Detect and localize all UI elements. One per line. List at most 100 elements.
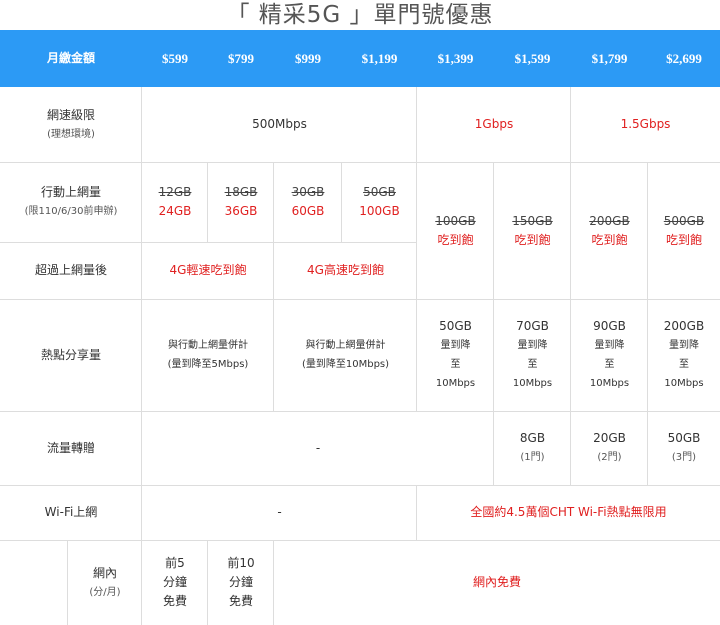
row-divider bbox=[0, 299, 720, 300]
hotspot-label: 熱點分享量 bbox=[40, 347, 101, 362]
voice-free-10-line2: 分鐘 bbox=[228, 575, 253, 589]
voice-label-text: 網內 bbox=[92, 565, 117, 580]
data-unlimited-2699: 吃到飽 bbox=[665, 232, 702, 247]
price-header-row: 月繳金額 $599 $799 $999 $1,199 $1,399 $1,599… bbox=[0, 30, 720, 87]
data-old-1199: 50GB bbox=[363, 185, 396, 199]
price-799: $799 bbox=[228, 51, 254, 66]
over-quota-light: 4G輕速吃到飽 bbox=[169, 263, 247, 277]
data-old-599: 12GB bbox=[158, 185, 192, 199]
col-divider bbox=[273, 162, 274, 411]
data-cell-2699: 500GB 吃到飽 bbox=[648, 162, 720, 299]
hotspot-line4-1799: 10Mbps bbox=[589, 378, 630, 389]
hotspot-cell-1399: 50GB 量到降 至 10Mbps bbox=[417, 299, 494, 411]
transfer-lines-1599: (1門) bbox=[520, 452, 545, 463]
hotspot-line4-1399: 10Mbps bbox=[435, 378, 476, 389]
data-cell-1199: 50GB 100GB bbox=[342, 162, 417, 242]
wifi-label: Wi-Fi上網 bbox=[44, 505, 98, 519]
transfer-amount-1799: 20GB bbox=[593, 431, 626, 445]
data-new-599: 24GB bbox=[158, 204, 192, 218]
transfer-cell-1799: 20GB (2門) bbox=[571, 411, 648, 485]
col-divider bbox=[207, 540, 208, 625]
voice-free-all: 網內免費 bbox=[472, 575, 521, 589]
wifi-dash: - bbox=[277, 505, 282, 519]
voice-label: 網內 (分/月) bbox=[68, 540, 142, 625]
hotspot-shared-10: 與行動上網量併計 (量到降至10Mbps) bbox=[274, 299, 417, 411]
hotspot-amount-2699: 200GB bbox=[663, 319, 705, 333]
hotspot-line4-2699: 10Mbps bbox=[664, 378, 704, 389]
row-divider bbox=[0, 540, 720, 541]
hotspot-shared-5: 與行動上網量併計 (量到降至5Mbps) bbox=[142, 299, 274, 411]
hotspot-amount-1399: 50GB bbox=[439, 319, 472, 333]
hotspot-line3-1399: 至 bbox=[450, 359, 461, 370]
data-new-1199: 100GB bbox=[359, 204, 400, 218]
transfer-lines-1799: (2門) bbox=[597, 452, 622, 463]
price-999: $999 bbox=[295, 51, 321, 66]
page-title: 「 精采5G 」單門號優惠 bbox=[226, 2, 494, 28]
hotspot-line2-2699: 量到降 bbox=[669, 340, 699, 351]
speed-1gbps: 1Gbps bbox=[474, 117, 514, 131]
col-divider bbox=[273, 540, 274, 625]
col-divider bbox=[416, 485, 417, 540]
data-old-1599: 150GB bbox=[512, 213, 553, 228]
data-cell-999: 30GB 60GB bbox=[274, 162, 342, 242]
transfer-dash: - bbox=[315, 440, 321, 455]
data-cell-1599: 150GB 吃到飽 bbox=[494, 162, 571, 299]
hotspot-cell-1599: 70GB 量到降 至 10Mbps bbox=[494, 299, 571, 411]
data-cell-1799: 200GB 吃到飽 bbox=[571, 162, 648, 299]
data-old-2699: 500GB bbox=[663, 213, 705, 228]
col-divider bbox=[67, 540, 68, 625]
price-2699: $2,699 bbox=[666, 51, 702, 66]
row-divider bbox=[0, 242, 417, 243]
data-unlimited-1799: 吃到飽 bbox=[591, 232, 628, 247]
data-cell-1399: 100GB 吃到飽 bbox=[417, 162, 494, 299]
price-599: $599 bbox=[162, 51, 188, 66]
data-cell-799: 18GB 36GB bbox=[208, 162, 274, 242]
voice-free-5: 前5 分鐘 免費 bbox=[142, 540, 208, 625]
hotspot-line3-1799: 至 bbox=[604, 359, 615, 370]
mobile-data-label-text: 行動上網量 bbox=[40, 185, 101, 199]
speed-sublabel: (理想環境) bbox=[47, 128, 95, 140]
col-divider bbox=[570, 87, 571, 485]
hotspot-line4-1599: 10Mbps bbox=[512, 378, 553, 389]
hotspot-amount-1799: 90GB bbox=[593, 319, 626, 333]
hotspot-line2-1799: 量到降 bbox=[594, 340, 625, 351]
voice-sublabel: (分/月) bbox=[89, 586, 121, 598]
mobile-data-label: 行動上網量 (限110/6/30前申辦) bbox=[0, 162, 142, 242]
header-label: 月繳金額 bbox=[46, 51, 95, 65]
transfer-cell-2699: 50GB (3門) bbox=[648, 411, 720, 485]
col-divider bbox=[141, 87, 142, 625]
hotspot-line3-1599: 至 bbox=[527, 359, 538, 370]
data-new-999: 60GB bbox=[291, 204, 325, 218]
price-1199: $1,199 bbox=[361, 51, 398, 66]
hotspot-shared-10-line1: 與行動上網量併計 bbox=[305, 340, 386, 351]
data-cell-599: 12GB 24GB bbox=[142, 162, 208, 242]
col-divider bbox=[493, 162, 494, 485]
transfer-amount-1599: 8GB bbox=[519, 431, 546, 445]
row-divider bbox=[0, 485, 720, 486]
price-1799: $1,799 bbox=[591, 51, 628, 66]
row-divider bbox=[0, 411, 720, 412]
over-quota-label: 超過上網量後 bbox=[34, 263, 107, 277]
voice-free-5-line1: 前5 bbox=[165, 556, 185, 570]
price-1599: $1,599 bbox=[514, 51, 551, 66]
data-old-999: 30GB bbox=[291, 185, 325, 199]
transfer-label: 流量轉贈 bbox=[46, 440, 95, 455]
hotspot-shared-5-line2: (量到降至5Mbps) bbox=[167, 359, 249, 370]
speed-label-text: 網速級限 bbox=[46, 107, 95, 122]
col-divider bbox=[341, 162, 342, 242]
hotspot-line2-1599: 量到降 bbox=[517, 340, 548, 351]
hotspot-shared-10-line2: (量到降至10Mbps) bbox=[301, 359, 390, 370]
transfer-amount-2699: 50GB bbox=[667, 431, 701, 445]
price-1399: $1,399 bbox=[437, 51, 474, 66]
hotspot-line2-1399: 量到降 bbox=[440, 340, 471, 351]
voice-free-10-line1: 前10 bbox=[227, 556, 255, 570]
hotspot-line3-2699: 至 bbox=[679, 359, 689, 370]
speed-1-5gbps: 1.5Gbps bbox=[620, 117, 671, 131]
row-divider bbox=[0, 162, 720, 163]
data-unlimited-1399: 吃到飽 bbox=[437, 232, 474, 247]
col-divider bbox=[416, 87, 417, 411]
voice-free-10: 前10 分鐘 免費 bbox=[208, 540, 274, 625]
data-old-799: 18GB bbox=[224, 185, 258, 199]
data-old-1399: 100GB bbox=[435, 213, 476, 228]
voice-free-10-line3: 免費 bbox=[228, 594, 253, 608]
